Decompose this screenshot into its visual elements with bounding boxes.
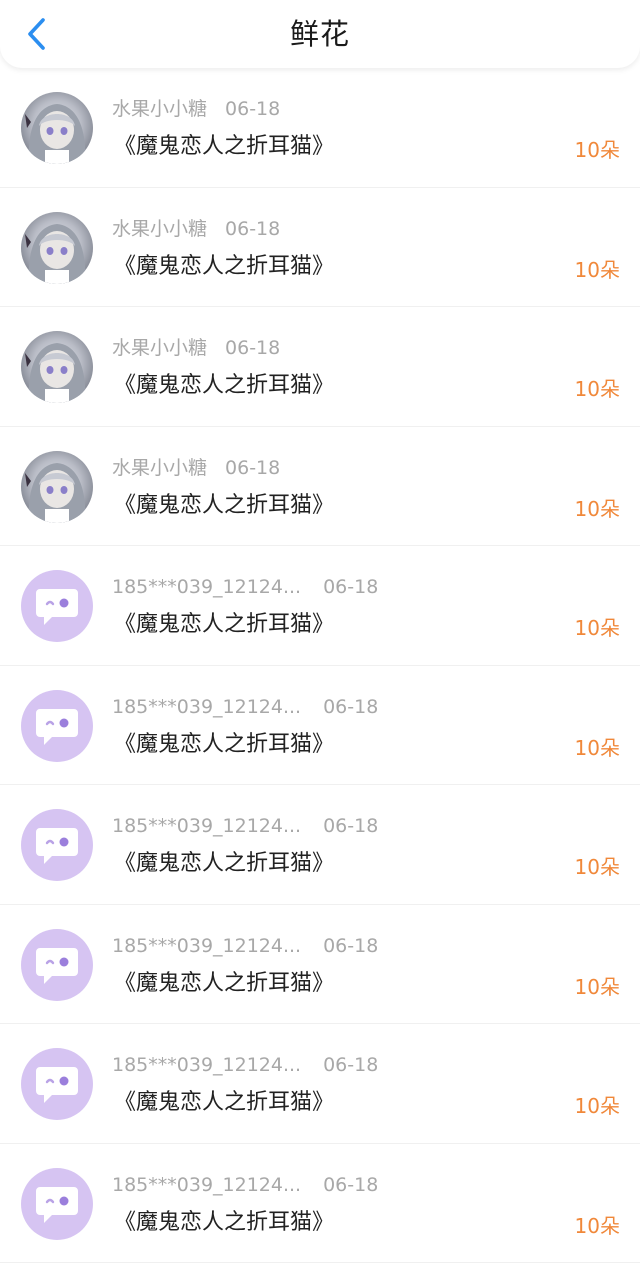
user-name: 185***039_12124...: [112, 1054, 302, 1076]
avatar[interactable]: [21, 928, 93, 1001]
record-meta: 水果小小糖 06-18: [112, 335, 280, 361]
list-item[interactable]: 185***039_12124... 06-18 《魔鬼恋人之折耳猫》 10朵: [0, 904, 640, 1024]
record-meta: 185***039_12124... 06-18: [112, 933, 378, 959]
record-date: 06-18: [323, 1054, 379, 1076]
flower-count: 10朵: [574, 616, 620, 640]
record-meta: 185***039_12124... 06-18: [112, 813, 378, 839]
record-meta: 水果小小糖 06-18: [112, 216, 280, 242]
book-title: 《魔鬼恋人之折耳猫》: [114, 253, 335, 279]
record-meta: 水果小小糖 06-18: [112, 96, 280, 122]
record-date: 06-18: [323, 815, 379, 837]
record-date: 06-18: [323, 695, 379, 718]
flower-count: 10朵: [574, 855, 620, 879]
avatar[interactable]: [21, 211, 93, 284]
list-item[interactable]: 185***039_12124... 06-18 《魔鬼恋人之折耳猫》 10朵: [0, 665, 640, 785]
record-meta: 185***039_12124... 06-18: [112, 1172, 378, 1198]
user-name: 185***039_12124...: [112, 1173, 302, 1196]
record-date: 06-18: [323, 934, 379, 957]
top-bar: 鲜花: [0, 0, 640, 68]
avatar[interactable]: [21, 450, 93, 523]
flower-count: 10朵: [574, 496, 620, 521]
user-name: 水果小小糖: [112, 217, 208, 240]
avatar[interactable]: [21, 1167, 93, 1240]
list-item[interactable]: 185***039_12124... 06-18 《魔鬼恋人之折耳猫》 10朵: [0, 1024, 640, 1144]
list-item[interactable]: 水果小小糖 06-18 《魔鬼恋人之折耳猫》 10朵: [0, 426, 640, 546]
flower-count: 10朵: [574, 377, 620, 401]
record-date: 06-18: [225, 98, 281, 120]
flower-count: 10朵: [574, 735, 620, 760]
avatar[interactable]: [21, 1048, 93, 1120]
avatar[interactable]: [21, 331, 93, 403]
avatar[interactable]: [21, 809, 93, 881]
book-title: 《魔鬼恋人之折耳猫》: [114, 731, 335, 757]
book-title: 《魔鬼恋人之折耳猫》: [114, 1090, 335, 1115]
chat-bubble-avatar-icon: [36, 828, 78, 864]
record-date: 06-18: [323, 1173, 379, 1196]
book-title: 《魔鬼恋人之折耳猫》: [114, 373, 335, 398]
flower-count: 10朵: [574, 257, 620, 282]
record-meta: 185***039_12124... 06-18: [112, 694, 378, 720]
flower-count: 10朵: [574, 1094, 620, 1118]
list-item[interactable]: 水果小小糖 06-18 《魔鬼恋人之折耳猫》 10朵: [0, 68, 640, 188]
record-date: 06-18: [323, 576, 379, 598]
record-date: 06-18: [225, 217, 281, 240]
user-name: 185***039_12124...: [112, 576, 302, 598]
list-item[interactable]: 185***039_12124... 06-18 《魔鬼恋人之折耳猫》 10朵: [0, 1143, 640, 1263]
book-title: 《魔鬼恋人之折耳猫》: [114, 134, 335, 159]
avatar[interactable]: [21, 92, 93, 164]
user-name: 水果小小糖: [112, 337, 208, 359]
user-name: 水果小小糖: [112, 98, 208, 120]
flower-count: 10朵: [574, 1213, 620, 1238]
flower-count: 10朵: [574, 138, 620, 162]
list-item[interactable]: 185***039_12124... 06-18 《魔鬼恋人之折耳猫》 10朵: [0, 785, 640, 905]
record-meta: 185***039_12124... 06-18: [112, 574, 378, 600]
user-name: 水果小小糖: [112, 456, 208, 479]
record-date: 06-18: [225, 337, 281, 359]
chat-bubble-avatar-icon: [36, 1067, 78, 1103]
anime-girl-avatar-icon: [25, 462, 86, 523]
record-date: 06-18: [225, 456, 281, 479]
list-item[interactable]: 185***039_12124... 06-18 《魔鬼恋人之折耳猫》 10朵: [0, 546, 640, 666]
chat-bubble-avatar-icon: [36, 589, 78, 625]
flower-record-list: 水果小小糖 06-18 《魔鬼恋人之折耳猫》 10朵 水果小小糖 06-18 《魔鬼…: [0, 68, 640, 1263]
book-title: 《魔鬼恋人之折耳猫》: [114, 851, 335, 876]
list-item[interactable]: 水果小小糖 06-18 《魔鬼恋人之折耳猫》 10朵: [0, 307, 640, 427]
chat-bubble-avatar-icon: [36, 708, 78, 745]
anime-girl-avatar-icon: [25, 223, 86, 284]
user-name: 185***039_12124...: [112, 815, 302, 837]
record-meta: 水果小小糖 06-18: [112, 455, 280, 481]
book-title: 《魔鬼恋人之折耳猫》: [114, 492, 335, 518]
flower-count: 10朵: [574, 974, 620, 999]
chat-bubble-avatar-icon: [36, 947, 78, 984]
user-name: 185***039_12124...: [112, 934, 302, 957]
anime-girl-avatar-icon: [25, 104, 86, 164]
chat-bubble-avatar-icon: [36, 1186, 78, 1223]
book-title: 《魔鬼恋人之折耳猫》: [114, 612, 335, 637]
record-meta: 185***039_12124... 06-18: [112, 1052, 378, 1078]
book-title: 《魔鬼恋人之折耳猫》: [114, 1209, 335, 1235]
book-title: 《魔鬼恋人之折耳猫》: [114, 970, 335, 996]
avatar[interactable]: [21, 570, 93, 642]
list-item[interactable]: 水果小小糖 06-18 《魔鬼恋人之折耳猫》 10朵: [0, 187, 640, 307]
user-name: 185***039_12124...: [112, 695, 302, 718]
anime-girl-avatar-icon: [25, 343, 86, 403]
avatar[interactable]: [21, 689, 93, 762]
page-title: 鲜花: [289, 17, 350, 51]
